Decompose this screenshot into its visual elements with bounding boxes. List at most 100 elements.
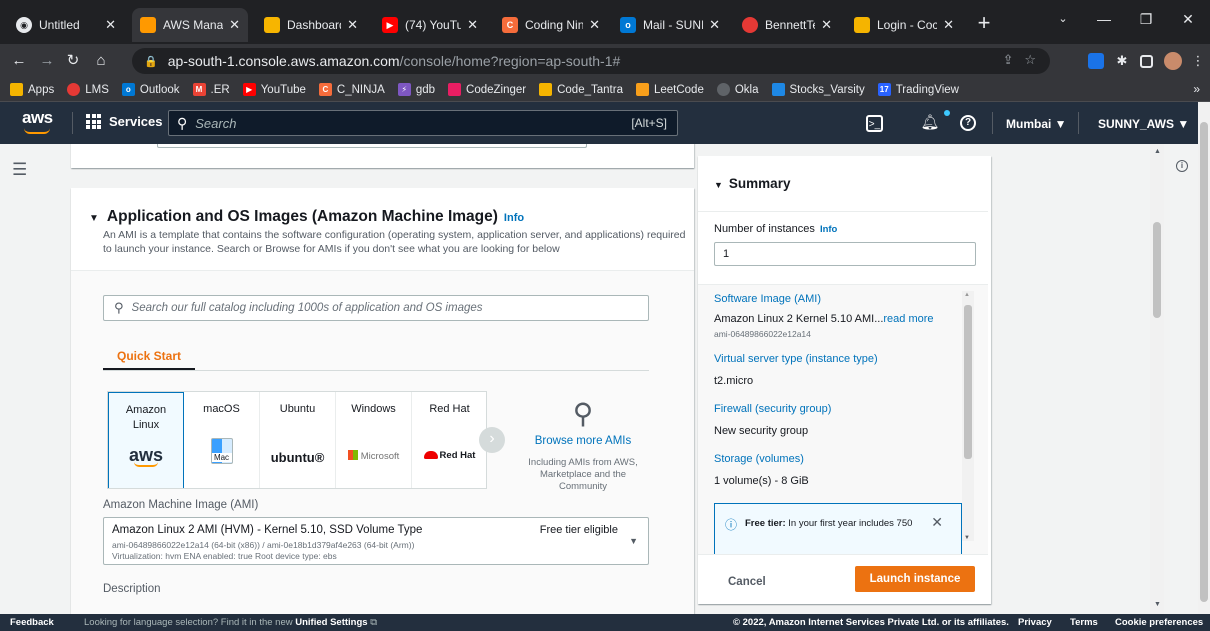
scroll-down-icon[interactable]: ▼: [1154, 601, 1161, 608]
tab-dashboard[interactable]: Dashboard ✕: [256, 8, 366, 42]
bookmark-leetcode[interactable]: LeetCode: [635, 83, 704, 96]
address-bar[interactable]: 🔒 ap-south-1.console.aws.amazon.com /con…: [132, 48, 1050, 74]
menu-dots-icon[interactable]: ⋮: [1190, 53, 1206, 69]
help-icon[interactable]: ?: [960, 115, 976, 131]
close-icon[interactable]: ✕: [467, 17, 478, 33]
software-image-label[interactable]: Software Image (AMI): [714, 293, 821, 305]
bookmark-outlook[interactable]: o Outlook: [121, 83, 180, 96]
account-menu[interactable]: SUNNY_AWS ▼: [1098, 117, 1189, 131]
read-more-link[interactable]: read more: [883, 313, 933, 325]
bell-icon[interactable]: 🔔︎: [920, 113, 940, 133]
cookie-preferences-link[interactable]: Cookie preferences: [1115, 617, 1203, 628]
browse-more-amis[interactable]: ⚲ Browse more AMIs Including AMIs from A…: [525, 399, 641, 493]
bookmark-apps[interactable]: Apps: [10, 83, 54, 96]
close-icon[interactable]: ✕: [105, 17, 116, 33]
close-icon[interactable]: ✕: [589, 17, 600, 33]
info-link[interactable]: Info: [820, 224, 837, 235]
bookmark-lms[interactable]: LMS: [67, 83, 109, 96]
launch-instance-button[interactable]: Launch instance: [855, 566, 975, 592]
close-icon[interactable]: ✕: [229, 17, 240, 33]
restore-button[interactable]: ❐: [1128, 6, 1164, 32]
nav-divider: [992, 112, 993, 134]
tab-login-codechef[interactable]: Login - Coc ✕: [846, 8, 962, 42]
storage-label[interactable]: Storage (volumes): [714, 453, 804, 465]
aws-search-bar[interactable]: ⚲ [Alt+S]: [168, 110, 678, 136]
tab-mail[interactable]: o Mail - SUNI ✕: [612, 8, 728, 42]
tab-bennett[interactable]: BennettTec ✕: [734, 8, 840, 42]
scrollbar-thumb[interactable]: [1153, 222, 1161, 318]
terms-link[interactable]: Terms: [1070, 617, 1098, 628]
ami-search-input[interactable]: [131, 302, 632, 314]
close-icon[interactable]: ✕: [709, 17, 720, 33]
bookmark-okla[interactable]: Okla: [716, 83, 759, 96]
number-of-instances-input[interactable]: 1: [714, 242, 976, 266]
home-icon[interactable]: ⌂: [90, 50, 112, 72]
puzzle-icon[interactable]: ✱: [1114, 53, 1130, 69]
aws-logo[interactable]: aws: [22, 108, 53, 134]
feedback-link[interactable]: Feedback: [10, 617, 54, 628]
tab-untitled[interactable]: ◉ Untitled ✕: [8, 8, 124, 42]
close-window-button[interactable]: ✕: [1170, 6, 1206, 32]
back-icon[interactable]: ←: [8, 50, 30, 72]
chevron-right-icon[interactable]: ›: [479, 427, 505, 453]
close-icon[interactable]: ✕: [347, 17, 358, 33]
ami-search-bar[interactable]: ⚲: [103, 295, 649, 321]
bookmark-code-tantra[interactable]: Code_Tantra: [539, 83, 623, 96]
tab-coding-ninjas[interactable]: C Coding Nin ✕: [494, 8, 608, 42]
tile-windows[interactable]: Windows Microsoft: [336, 392, 412, 488]
close-icon[interactable]: ✕: [821, 17, 832, 33]
browse-more-link[interactable]: Browse more AMIs: [525, 435, 641, 447]
forward-icon[interactable]: →: [36, 50, 58, 72]
close-icon[interactable]: ✕: [931, 514, 943, 531]
extension-icon[interactable]: [1088, 53, 1104, 69]
profile-avatar[interactable]: [1164, 52, 1182, 70]
bookmark-er[interactable]: M .ER: [192, 83, 230, 96]
name-input[interactable]: [157, 144, 587, 148]
bookmark-stocks-varsity[interactable]: Stocks_Varsity: [771, 83, 865, 96]
hamburger-menu-icon[interactable]: ☰: [12, 160, 27, 180]
bookmark-gdb[interactable]: ⚡ gdb: [397, 83, 435, 96]
ami-section-title[interactable]: ▼ Application and OS Images (Amazon Machi…: [89, 208, 524, 226]
bookmark-label: CodeZinger: [466, 83, 527, 96]
cancel-button[interactable]: Cancel: [728, 576, 766, 588]
scroll-down-icon[interactable]: ▼: [964, 535, 970, 541]
sidepanel-icon[interactable]: [1140, 55, 1153, 68]
tile-amazon-linux[interactable]: Amazon Linux aws: [108, 392, 184, 488]
firewall-label[interactable]: Firewall (security group): [714, 403, 831, 415]
tile-red-hat[interactable]: Red Hat Red Hat: [412, 392, 486, 488]
instance-type-label[interactable]: Virtual server type (instance type): [714, 353, 878, 365]
new-tab-button[interactable]: +: [972, 12, 996, 36]
tab-quick-start[interactable]: Quick Start: [103, 343, 195, 371]
services-menu-button[interactable]: Services: [86, 114, 163, 129]
aws-search-input[interactable]: [195, 115, 596, 131]
unified-settings-link[interactable]: Unified Settings: [295, 617, 367, 628]
privacy-link[interactable]: Privacy: [1018, 617, 1052, 628]
share-star-icons[interactable]: ⇪ ☆: [1003, 52, 1036, 68]
cloudshell-icon[interactable]: >_: [866, 115, 883, 132]
scrollbar-thumb[interactable]: [1200, 122, 1208, 602]
tile-ubuntu[interactable]: Ubuntu ubuntu®: [260, 392, 336, 488]
content-scrollbar[interactable]: ▲ ▼: [1150, 144, 1164, 614]
close-icon[interactable]: ✕: [943, 17, 954, 33]
minimize-button[interactable]: —: [1086, 6, 1122, 32]
info-panel-icon[interactable]: i: [1176, 160, 1188, 172]
tile-macos[interactable]: macOS Mac: [184, 392, 260, 488]
summary-scrollbar[interactable]: ▲ ▼: [962, 291, 974, 541]
bookmark-youtube[interactable]: ▶ YouTube: [242, 83, 306, 96]
reload-icon[interactable]: ↻: [62, 50, 84, 72]
window-scrollbar[interactable]: [1198, 102, 1210, 614]
info-link[interactable]: Info: [504, 212, 524, 224]
bookmark-tradingview[interactable]: 17 TradingView: [877, 83, 959, 96]
region-selector[interactable]: Mumbai ▼: [1006, 117, 1067, 131]
tab-aws-management[interactable]: AWS Mana ✕: [132, 8, 248, 42]
ami-select[interactable]: Amazon Linux 2 AMI (HVM) - Kernel 5.10, …: [103, 517, 649, 565]
bookmark-c-ninja[interactable]: C C_NINJA: [318, 83, 385, 96]
tab-search-icon[interactable]: ⌄: [1045, 6, 1081, 32]
tab-youtube[interactable]: ▶ (74) YouTul ✕: [374, 8, 486, 42]
scrollbar-thumb[interactable]: [964, 305, 972, 459]
scroll-up-icon[interactable]: ▲: [1154, 148, 1161, 155]
bookmark-codezinger[interactable]: CodeZinger: [448, 83, 526, 96]
summary-title[interactable]: ▼ Summary: [714, 176, 790, 191]
bookmarks-overflow-icon[interactable]: »: [1193, 82, 1200, 96]
scroll-up-icon[interactable]: ▲: [964, 292, 970, 298]
